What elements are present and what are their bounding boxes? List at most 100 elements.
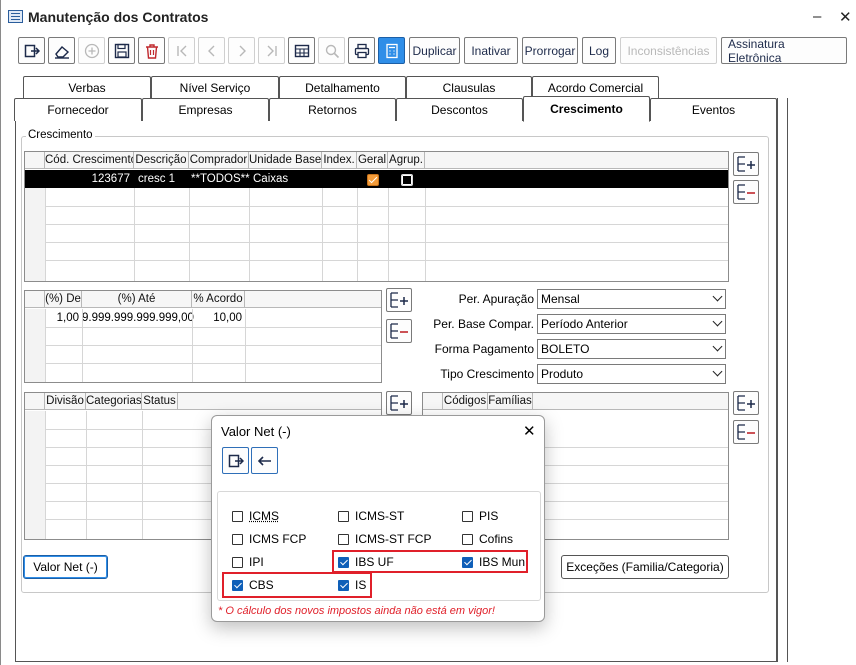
agrup-checkbox[interactable] [401, 174, 413, 186]
excecoes-button[interactable]: Exceções (Familia/Categoria) [561, 555, 729, 579]
remove-row-icon[interactable] [733, 180, 759, 204]
col-familias[interactable]: Famílias [488, 393, 533, 410]
tab-retornos[interactable]: Retornos [269, 98, 396, 121]
remove-familia-icon[interactable] [733, 420, 759, 444]
tab-verbas[interactable]: Verbas [23, 76, 151, 99]
icms-st-fcp-checkbox[interactable] [338, 534, 349, 545]
tipo-crescimento-label: Tipo Crescimento [421, 367, 534, 381]
cell-unidade-base: Caixas [253, 171, 288, 187]
close-window-button[interactable]: ✕ [839, 8, 852, 26]
per-apuracao-select[interactable]: Mensal [537, 289, 726, 309]
eraser-icon[interactable] [48, 37, 75, 64]
per-base-label: Per. Base Compar. [421, 317, 534, 331]
ipi-checkbox[interactable] [232, 557, 243, 568]
valor-net-button[interactable]: Valor Net (-) [23, 555, 108, 579]
pis-label: PIS [479, 509, 498, 523]
icms-st-fcp-label: ICMS-ST FCP [355, 532, 431, 546]
delete-icon[interactable] [138, 37, 165, 64]
first-record-icon[interactable] [168, 37, 195, 64]
col-codigos[interactable]: Códigos [443, 393, 488, 410]
tab-crescimento[interactable]: Crescimento [523, 96, 650, 122]
chevron-down-icon [713, 342, 723, 352]
previous-record-icon[interactable] [198, 37, 225, 64]
tab-eventos[interactable]: Eventos [650, 98, 777, 121]
row-indicator-header [423, 393, 443, 410]
save-icon[interactable] [108, 37, 135, 64]
forma-pagamento-select[interactable]: BOLETO [537, 339, 726, 359]
per-base-select[interactable]: Período Anterior [537, 314, 726, 334]
cofins-label: Cofins [479, 532, 513, 546]
cell-de: 1,00 [45, 310, 79, 326]
col-comprador[interactable]: Comprador [189, 152, 249, 169]
inactivate-button[interactable]: Inativar [464, 37, 518, 64]
cell-acordo: 10,00 [192, 310, 242, 326]
electronic-signature-button[interactable]: Assinatura Eletrônica [721, 37, 847, 64]
remove-faixa-icon[interactable] [386, 319, 412, 343]
search-icon[interactable] [318, 37, 345, 64]
col-descricao[interactable]: Descrição [134, 152, 189, 169]
icms-st-label: ICMS-ST [355, 509, 404, 523]
dialog-title: Valor Net (-) [221, 424, 291, 439]
col-status[interactable]: Status [142, 393, 178, 410]
crescimento-grid: Cód. Crescimento Descrição Comprador Uni… [24, 151, 729, 282]
add-circle-icon[interactable] [78, 37, 105, 64]
cell-comprador: **TODOS** [191, 171, 250, 187]
tab-nivel-servico[interactable]: Nível Serviço [151, 76, 279, 99]
inconsistencies-button[interactable]: Inconsistências [620, 37, 717, 64]
back-arrow-icon[interactable] [251, 447, 278, 474]
col-acordo[interactable]: % Acordo [192, 291, 245, 308]
panel-edge-outer [787, 98, 788, 662]
tab-detalhamento[interactable]: Detalhamento [279, 76, 406, 99]
col-divisao[interactable]: Divisão [45, 393, 86, 410]
add-divisao-icon[interactable] [386, 391, 412, 415]
next-record-icon[interactable] [228, 37, 255, 64]
pis-checkbox[interactable] [462, 511, 473, 522]
col-cod-crescimento[interactable]: Cód. Crescimento [45, 152, 134, 169]
geral-checkbox[interactable] [367, 174, 379, 186]
col-unidade-base[interactable]: Unidade Base [249, 152, 322, 169]
header-filler [425, 152, 728, 169]
valor-net-dialog: Valor Net (-) ✕ ICMS ICMS-ST PIS ICMS FC… [211, 415, 545, 622]
tab-fornecedor[interactable]: Fornecedor [14, 98, 142, 121]
col-agrup[interactable]: Agrup. [388, 152, 425, 169]
cell-cod-crescimento: 123677 [45, 171, 130, 187]
dialog-close-icon[interactable]: ✕ [523, 422, 536, 440]
extend-button[interactable]: Prorrogar [522, 37, 578, 64]
col-categorias[interactable]: Categorias [86, 393, 142, 410]
minimize-button[interactable]: – [813, 8, 821, 25]
faixas-grid: (%) De (%) Até % Acordo 1,00 9.999.999.9… [24, 290, 382, 383]
highlight-cbs-is-box [222, 572, 372, 598]
col-de[interactable]: (%) De [45, 291, 82, 308]
warning-text: * O cálculo dos novos impostos ainda não… [218, 605, 495, 617]
tab-descontos[interactable]: Descontos [396, 98, 523, 121]
calculator-icon[interactable] [378, 37, 405, 64]
last-record-icon[interactable] [258, 37, 285, 64]
add-familia-icon[interactable] [733, 391, 759, 415]
tab-empresas[interactable]: Empresas [142, 98, 269, 121]
add-row-icon[interactable] [733, 152, 759, 176]
duplicate-button[interactable]: Duplicar [409, 37, 460, 64]
row-indicator-header [25, 393, 45, 410]
col-ate[interactable]: (%) Até [82, 291, 192, 308]
chevron-down-icon [713, 292, 723, 302]
exit-icon[interactable] [18, 37, 45, 64]
col-geral[interactable]: Geral [357, 152, 388, 169]
icms-st-checkbox[interactable] [338, 511, 349, 522]
cofins-checkbox[interactable] [462, 534, 473, 545]
per-apuracao-value: Mensal [541, 292, 580, 306]
icms-checkbox[interactable] [232, 511, 243, 522]
tipo-crescimento-select[interactable]: Produto [537, 364, 726, 384]
panel-edge [777, 98, 778, 662]
dialog-exit-icon[interactable] [222, 447, 249, 474]
print-icon[interactable] [348, 37, 375, 64]
window-title: Manutenção dos Contratos [28, 9, 208, 25]
forma-pagamento-value: BOLETO [541, 342, 589, 356]
table-icon[interactable] [288, 37, 315, 64]
add-faixa-icon[interactable] [386, 288, 412, 312]
tab-clausulas[interactable]: Clausulas [406, 76, 532, 99]
cell-ate: 9.999.999.999.999,00 [82, 310, 191, 326]
cell-descricao: cresc 1 [138, 171, 175, 187]
icms-fcp-checkbox[interactable] [232, 534, 243, 545]
col-index[interactable]: Index. [322, 152, 357, 169]
log-button[interactable]: Log [582, 37, 616, 64]
